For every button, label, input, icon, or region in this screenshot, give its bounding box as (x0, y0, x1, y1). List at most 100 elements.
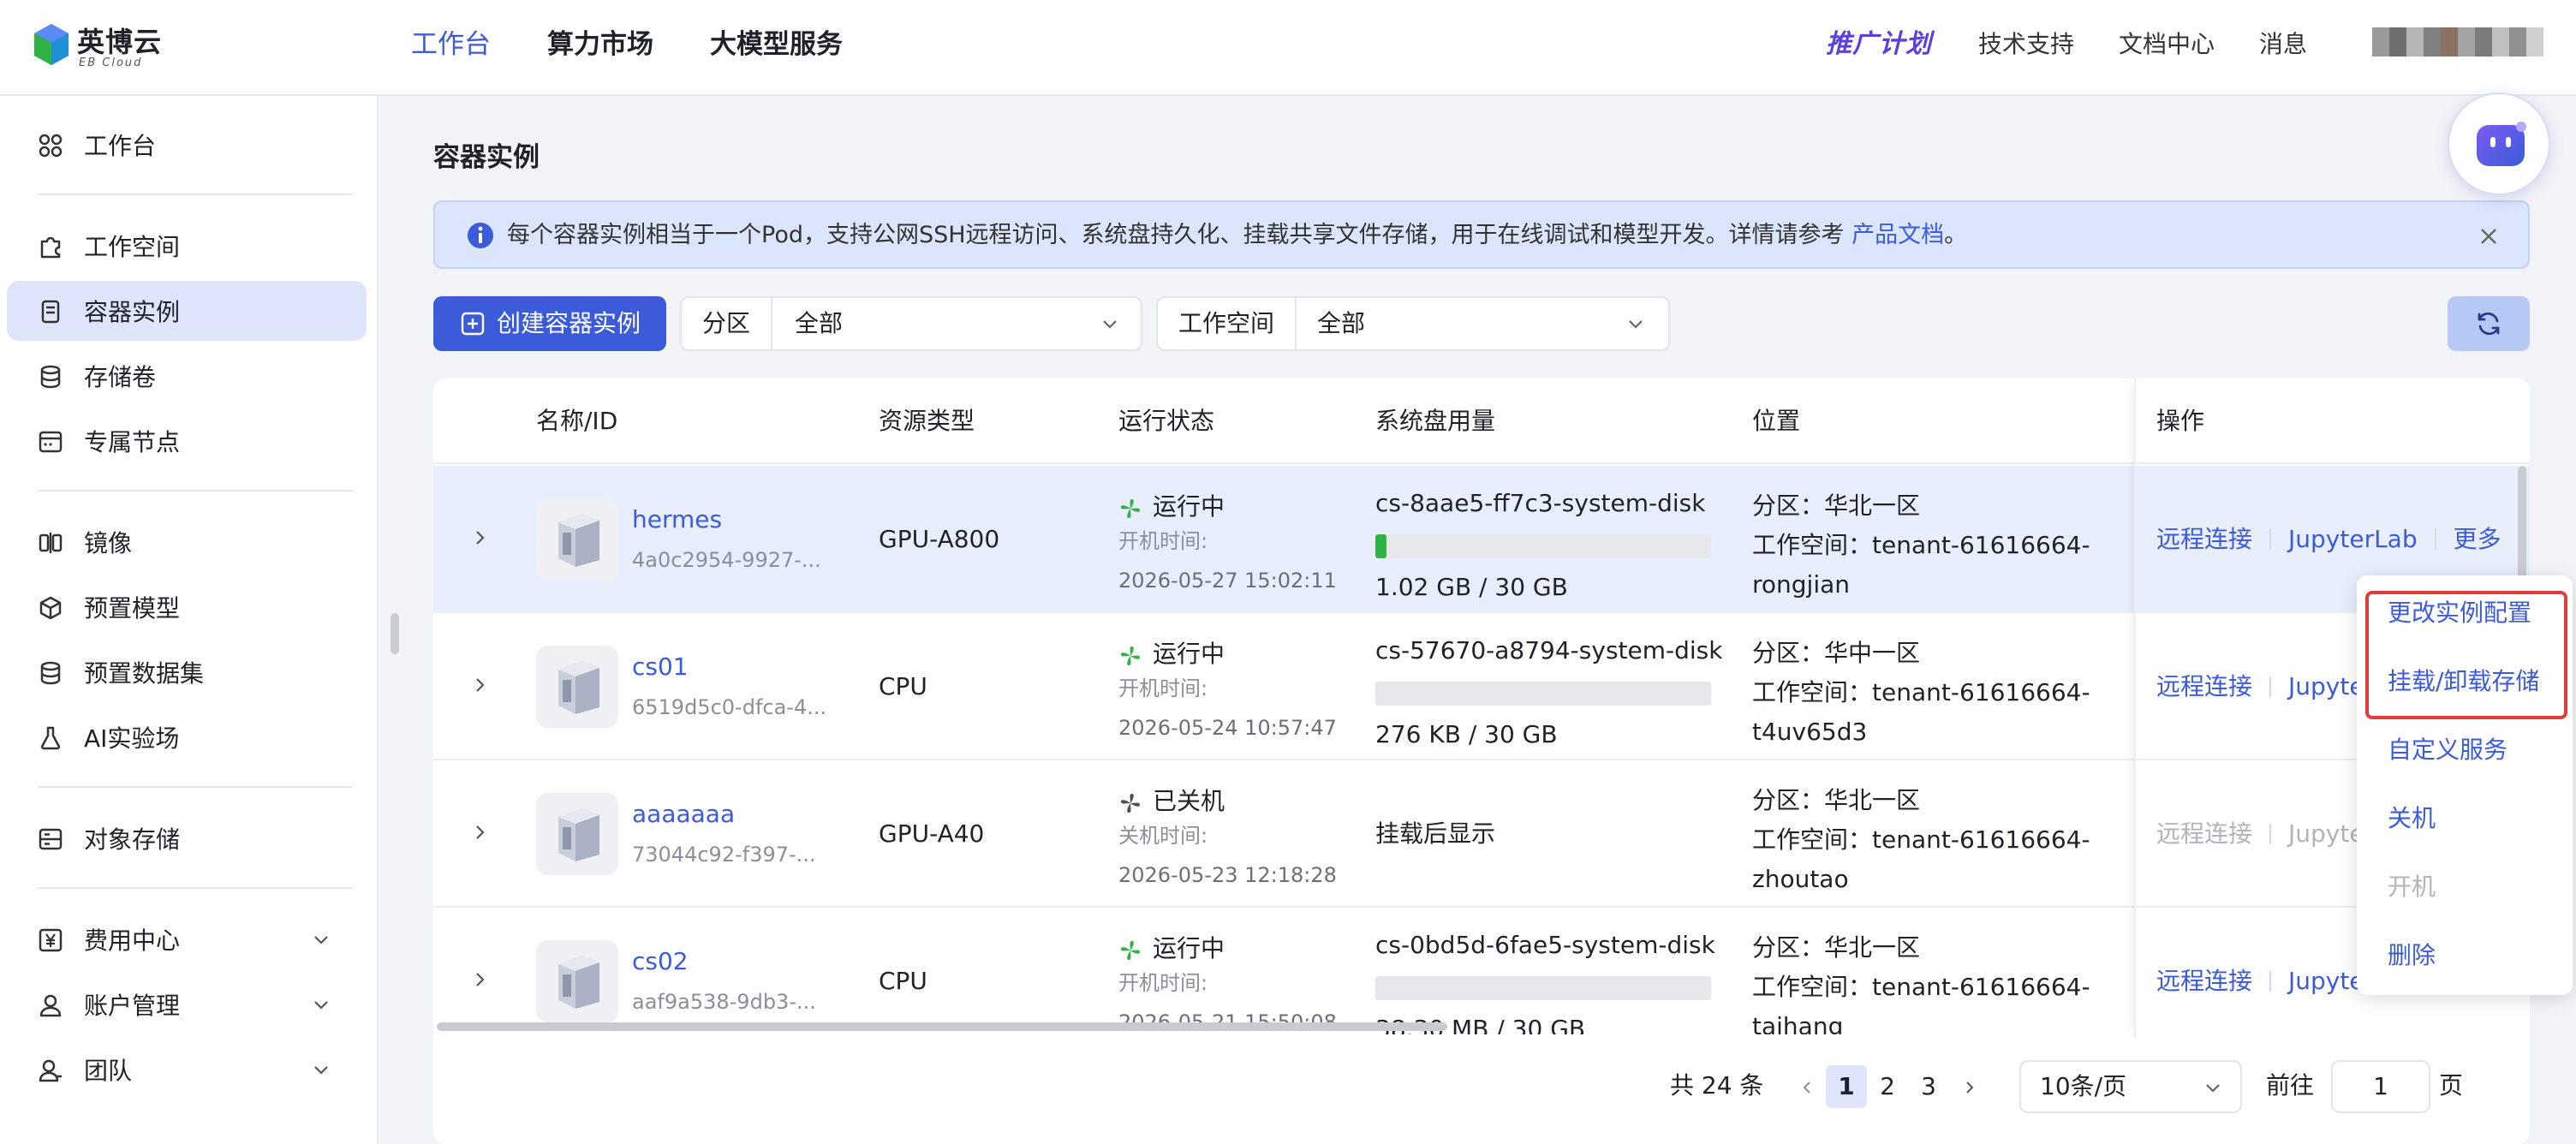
menu-item-custom-service[interactable]: 自定义服务 (2388, 733, 2507, 767)
next-page-icon[interactable] (1961, 1079, 1978, 1096)
page-size-select[interactable]: 10条/页 (2019, 1060, 2242, 1113)
promo-link[interactable]: 推广计划 (1826, 24, 1932, 65)
instance-thumbnail (536, 646, 618, 728)
sidebar: 工作台 工作空间 容器实例 存储卷 专属节点 镜像 预置模型 预置数据集 AI实… (0, 96, 379, 1144)
workspace-filter-value: 全部 (1317, 309, 1366, 337)
zone-filter-select[interactable]: 分区 全部 (680, 296, 1142, 351)
product-docs-link[interactable]: 产品文档 (1852, 222, 1944, 248)
status-text: 运行中 (1153, 934, 1225, 962)
docs-center-link[interactable]: 文档中心 (2119, 24, 2215, 65)
sidebar-item-ai-lab[interactable]: AI实验场 (7, 707, 367, 767)
page-number[interactable]: 2 (1867, 1065, 1908, 1108)
sidebar-item-preset-models[interactable]: 预置模型 (7, 577, 367, 637)
server-box-icon (558, 956, 599, 1009)
disk-pending-text: 挂载后显示 (1375, 819, 1496, 848)
yen-icon (39, 928, 63, 952)
sidebar-label: 预置数据集 (84, 659, 205, 688)
sidebar-label: 团队 (84, 1057, 133, 1085)
chevron-right-icon[interactable] (469, 675, 490, 695)
menu-item-power-on: 开机 (2388, 873, 2436, 901)
workspace-text-cont: rongjian (1752, 570, 1851, 599)
top-nav: 工作台 算力市场 大模型服务 (411, 24, 899, 72)
sidebar-label: 对象存储 (84, 825, 181, 854)
refresh-button[interactable] (2448, 296, 2530, 351)
fan-stopped-icon (1121, 794, 1140, 813)
time-label: 开机时间: (1118, 529, 1208, 553)
page-number[interactable]: 3 (1908, 1065, 1949, 1108)
sidebar-item-billing[interactable]: 费用中心 (7, 909, 367, 969)
col-header-name: 名称/ID (536, 407, 618, 435)
resource-type: CPU (879, 967, 927, 995)
sidebar-divider (38, 786, 353, 788)
time-label: 关机时间: (1118, 824, 1208, 848)
zone-text: 分区：华北一区 (1752, 492, 1921, 520)
disk-progress-fill (1375, 534, 1387, 558)
create-instance-button[interactable]: 创建容器实例 (433, 296, 666, 351)
goto-label: 前往 (2266, 1071, 2315, 1099)
sidebar-item-preset-datasets[interactable]: 预置数据集 (7, 642, 367, 702)
time-value: 2026-05-24 10:57:47 (1118, 716, 1337, 740)
create-instance-label: 创建容器实例 (497, 309, 641, 337)
chevron-right-icon[interactable] (469, 822, 490, 843)
server-box-icon (558, 514, 599, 567)
menu-item-shutdown[interactable]: 关机 (2388, 801, 2436, 836)
sidebar-label: 工作空间 (84, 233, 181, 261)
topnav-compute-market[interactable]: 算力市场 (547, 24, 653, 72)
chevron-right-icon[interactable] (469, 969, 490, 990)
instance-name-link[interactable]: cs02 (632, 945, 689, 978)
dataset-icon (40, 661, 61, 685)
sidebar-item-team[interactable]: 团队 (7, 1040, 367, 1099)
chevron-down-icon (1103, 320, 1117, 329)
menu-item-change-config[interactable]: 更改实例配置 (2388, 596, 2531, 630)
robot-icon (2477, 122, 2526, 166)
topnav-workbench[interactable]: 工作台 (411, 24, 491, 72)
col-header-type: 资源类型 (879, 407, 975, 435)
close-icon[interactable] (2477, 224, 2501, 248)
sidebar-label: 镜像 (84, 529, 133, 557)
page-number[interactable]: 1 (1826, 1065, 1867, 1108)
workspace-filter-select[interactable]: 工作空间 全部 (1156, 296, 1670, 351)
storage-icon (39, 828, 63, 850)
tech-support-link[interactable]: 技术支持 (1978, 24, 2074, 65)
chevron-down-icon (314, 1001, 328, 1010)
disk-name: cs-8aae5-ff7c3-system-disk (1375, 489, 1706, 517)
messages-link[interactable]: 消息 (2259, 24, 2307, 65)
brand-logo[interactable]: 英博云 EB Cloud (33, 21, 178, 72)
menu-item-mount-storage[interactable]: 挂载/卸载存储 (2388, 664, 2539, 699)
workspace-text: 工作空间：tenant-61616664- (1752, 825, 2090, 854)
sidebar-item-volumes[interactable]: 存储卷 (7, 346, 367, 406)
horizontal-scrollbar[interactable] (437, 1022, 1447, 1031)
time-label: 开机时间: (1118, 676, 1208, 700)
topnav-llm-service[interactable]: 大模型服务 (710, 24, 843, 72)
top-right-links: 技术支持 文档中心 消息 (1978, 24, 2352, 65)
mirror-icon (39, 533, 63, 553)
goto-page-input[interactable]: 1 (2331, 1060, 2430, 1113)
sidebar-label: AI实验场 (84, 724, 180, 753)
instance-name-link[interactable]: hermes (632, 503, 722, 536)
prev-page-icon[interactable] (1798, 1079, 1816, 1096)
disk-progress-bar (1375, 976, 1711, 1000)
grid-icon (39, 134, 63, 158)
location: 分区：华北一区 工作空间：tenant-61616664- taihang (1752, 928, 2090, 1046)
chevron-down-icon (314, 936, 328, 944)
status-text: 运行中 (1153, 640, 1225, 668)
ai-assistant-button[interactable] (2448, 92, 2550, 195)
sidebar-item-images[interactable]: 镜像 (7, 512, 367, 572)
sidebar-resize-handle[interactable] (391, 613, 399, 654)
menu-item-delete[interactable]: 删除 (2388, 938, 2436, 973)
col-header-disk: 系统盘用量 (1375, 407, 1496, 435)
chevron-right-icon[interactable] (469, 527, 490, 548)
container-icon (41, 300, 60, 324)
sidebar-item-object-storage[interactable]: 对象存储 (7, 808, 367, 868)
brand-name: 英博云 (77, 26, 163, 58)
sidebar-item-workspace[interactable]: 工作空间 (7, 216, 367, 276)
zone-text: 分区：华中一区 (1752, 639, 1921, 667)
sidebar-item-workbench[interactable]: 工作台 (7, 115, 367, 175)
user-avatar[interactable] (2372, 27, 2543, 57)
sidebar-item-dedicated-nodes[interactable]: 专属节点 (7, 411, 367, 471)
instance-thumbnail (536, 498, 618, 581)
sidebar-item-account[interactable]: 账户管理 (7, 974, 367, 1034)
instance-name-link[interactable]: cs01 (632, 651, 689, 683)
sidebar-item-container-instance[interactable]: 容器实例 (7, 281, 367, 341)
instance-name-link[interactable]: aaaaaaa (632, 798, 735, 831)
